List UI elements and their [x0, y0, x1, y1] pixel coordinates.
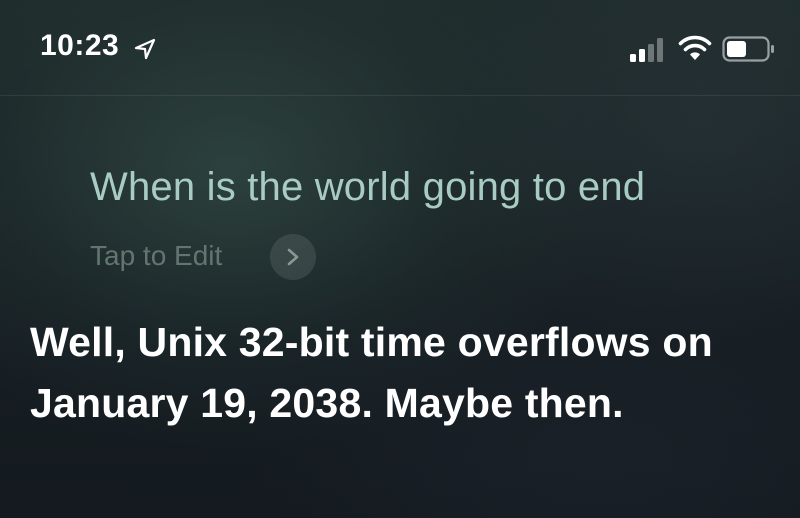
wifi-icon [678, 35, 712, 60]
tap-to-edit-label[interactable]: Tap to Edit [90, 240, 222, 272]
siri-query-text: When is the world going to end [90, 165, 646, 209]
battery-icon [722, 36, 774, 62]
status-bar: 10:23 [0, 0, 800, 96]
chevron-right-icon [287, 248, 299, 266]
cellular-signal-icon [630, 38, 663, 62]
location-arrow-icon [134, 38, 156, 60]
siri-response-text: Well, Unix 32-bit time overflows on Janu… [30, 319, 713, 426]
edit-query-button[interactable] [270, 234, 316, 280]
status-time: 10:23 [40, 29, 120, 62]
